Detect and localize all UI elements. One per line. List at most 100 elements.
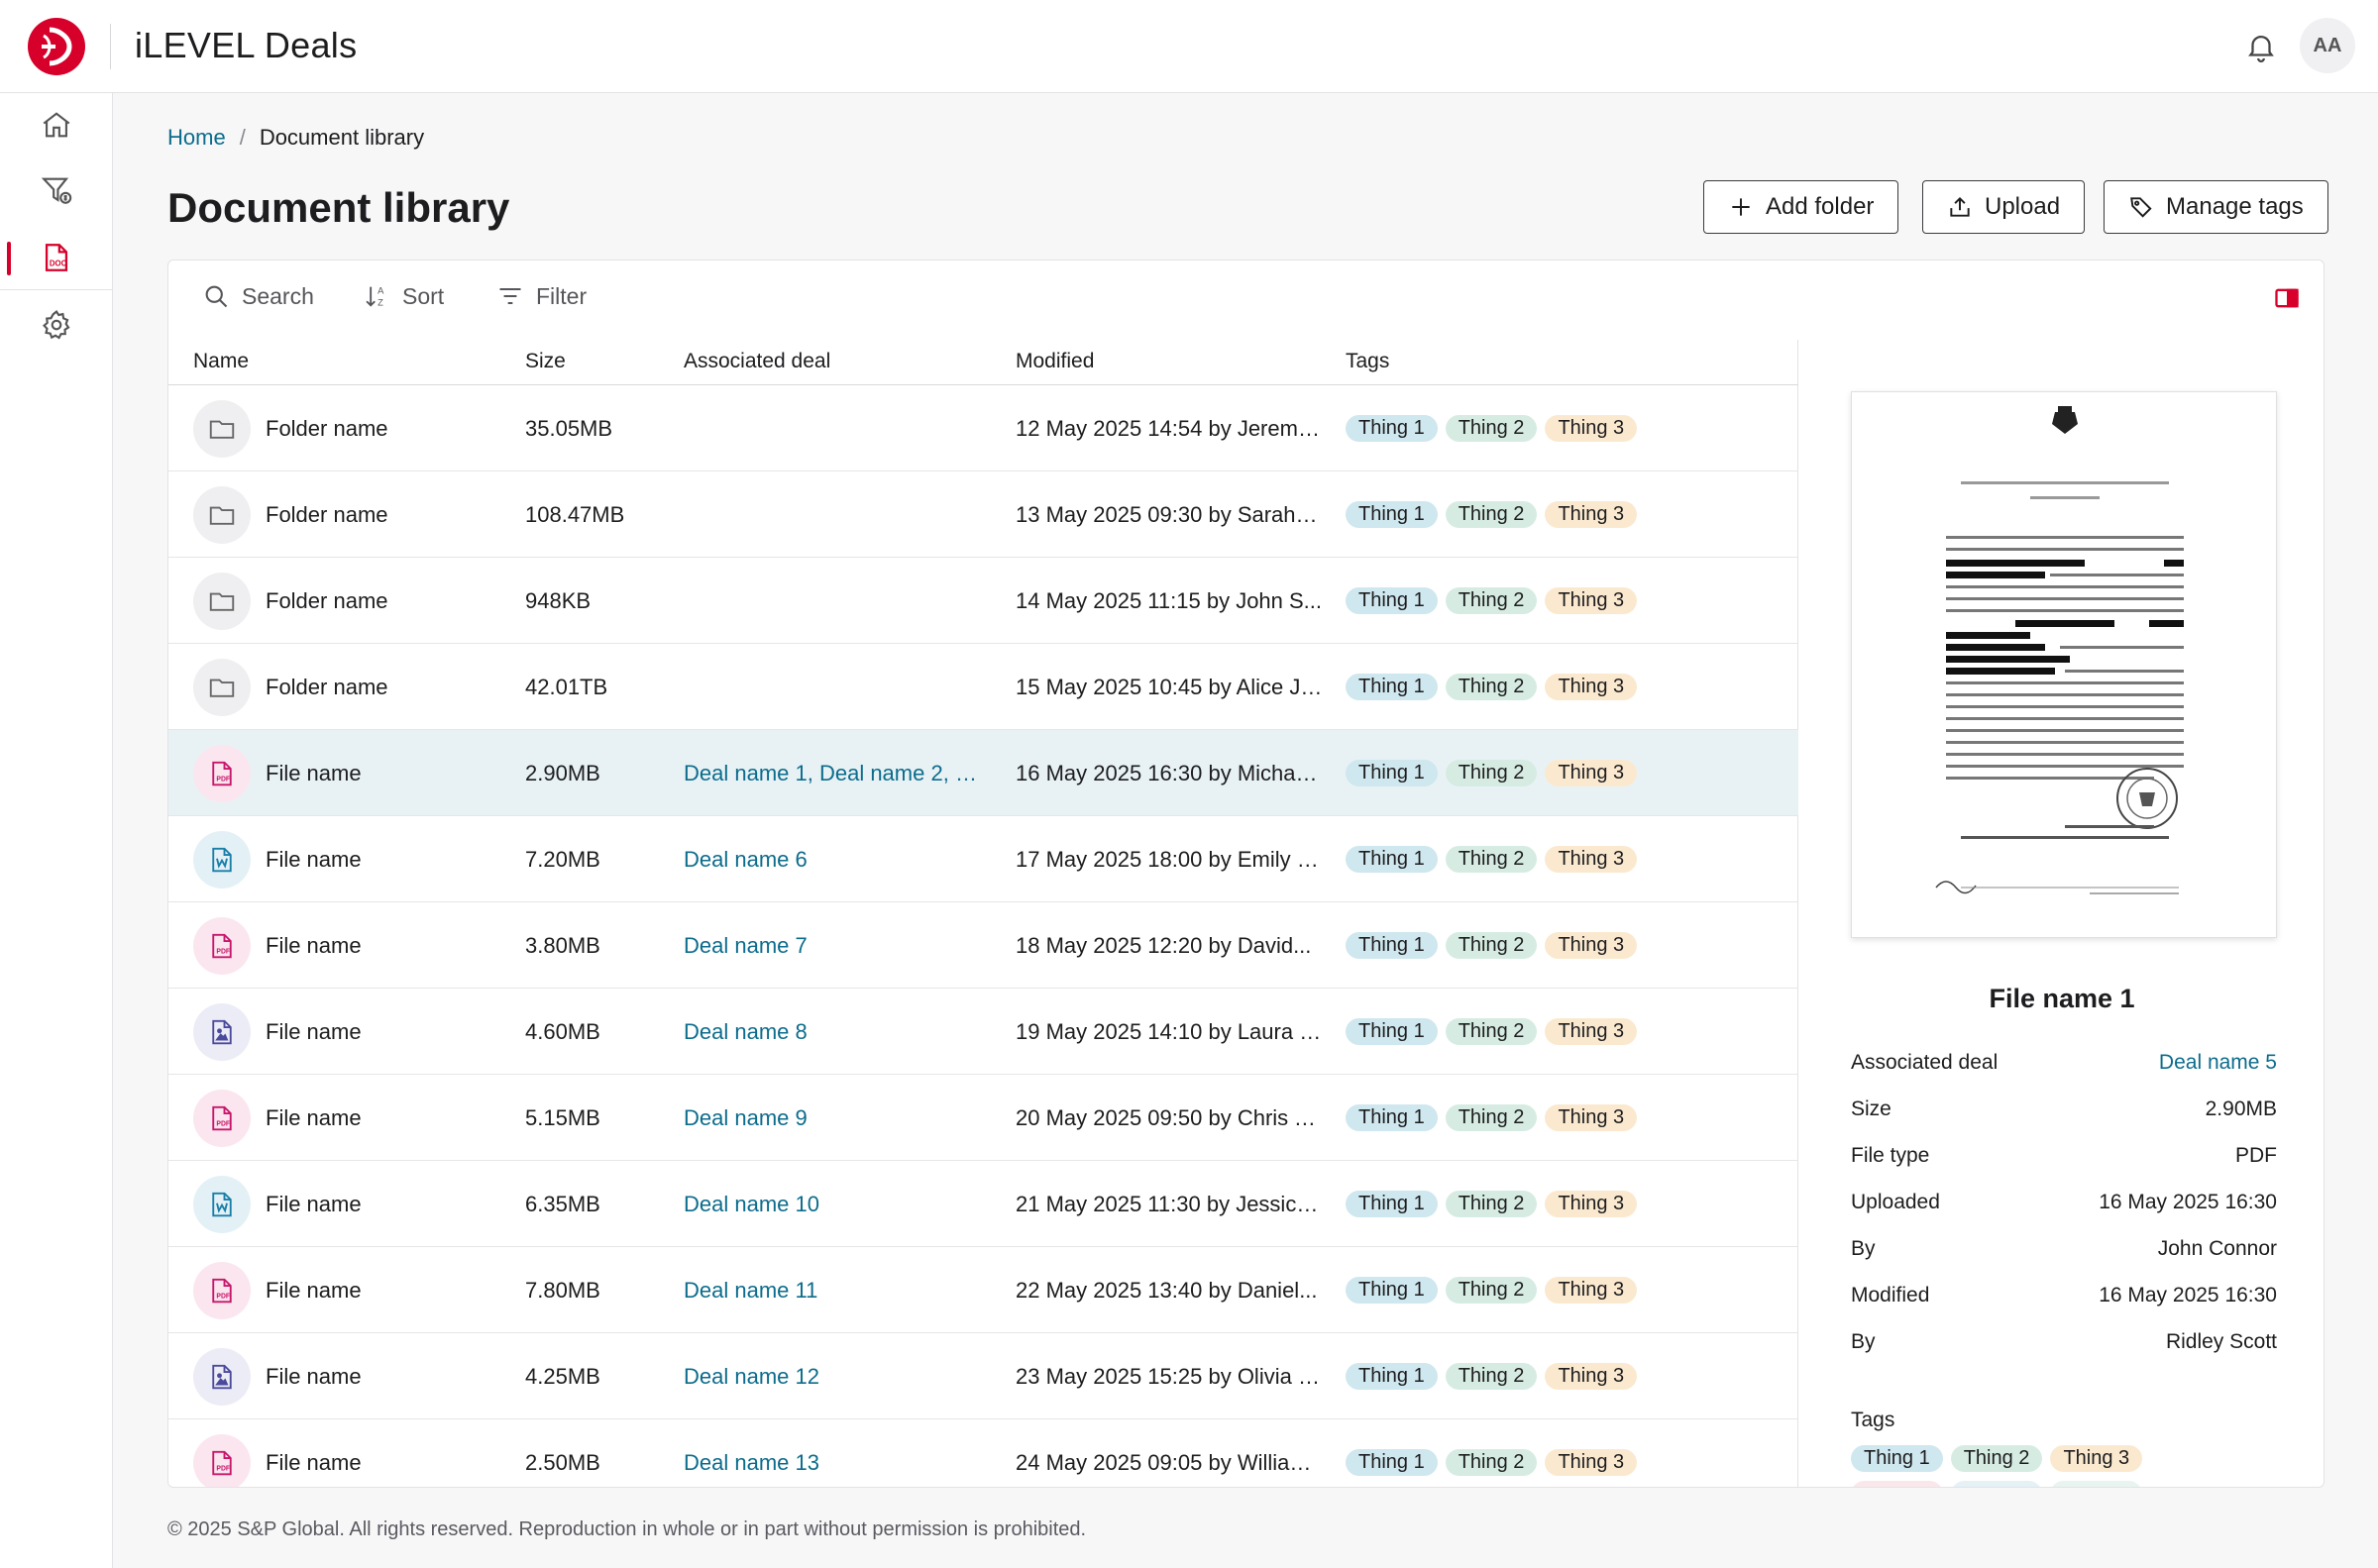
table-row[interactable]: Folder name 948KB 14 May 2025 11:15 by Joh… bbox=[168, 558, 1798, 644]
row-name[interactable]: File name bbox=[266, 1019, 464, 1045]
tag-chip[interactable]: Thing 1 bbox=[1346, 501, 1438, 528]
tag-chip[interactable]: Thing 1 bbox=[1346, 415, 1438, 442]
tag-chip[interactable]: Thing 2 bbox=[1445, 674, 1538, 700]
logo-icon[interactable] bbox=[26, 16, 87, 77]
row-associated-deal-link[interactable]: Deal name 13 bbox=[684, 1450, 991, 1476]
tag-chip[interactable]: Thing 3 bbox=[1545, 1449, 1638, 1476]
tag-chip[interactable]: Thing 3 bbox=[1545, 1191, 1638, 1217]
tag-chip[interactable]: Thing 2 bbox=[1445, 587, 1538, 614]
row-name[interactable]: File name bbox=[266, 1278, 464, 1304]
tag-chip[interactable]: Thing 2 bbox=[1445, 846, 1538, 873]
tag-chip[interactable]: Thing 2 bbox=[1445, 932, 1538, 959]
nav-document-library[interactable]: DOC bbox=[0, 226, 113, 289]
row-name[interactable]: File name bbox=[266, 1450, 464, 1476]
row-associated-deal-link[interactable]: Deal name 9 bbox=[684, 1105, 991, 1131]
tag-chip[interactable]: Thing 1 bbox=[1346, 1018, 1438, 1045]
tag-chip[interactable]: Thing 2 bbox=[1950, 1445, 2043, 1472]
tag-chip[interactable]: Thing 3 bbox=[1545, 1018, 1638, 1045]
tag-chip[interactable]: Thing 1 bbox=[1346, 674, 1438, 700]
breadcrumb-home-link[interactable]: Home bbox=[167, 125, 226, 151]
nav-home[interactable] bbox=[0, 93, 113, 157]
table-row[interactable]: File name 4.25MB Deal name 12 23 May 2025 1… bbox=[168, 1333, 1798, 1419]
tag-chip[interactable]: Thing 1 bbox=[1346, 1104, 1438, 1131]
avatar[interactable]: AA bbox=[2300, 18, 2355, 73]
table-row[interactable]: Folder name 108.47MB 13 May 2025 09:30 by … bbox=[168, 471, 1798, 558]
row-name[interactable]: File name bbox=[266, 1364, 464, 1390]
tag-chip[interactable]: Thing 3 bbox=[1545, 932, 1638, 959]
row-name[interactable]: File name bbox=[266, 761, 464, 786]
row-associated-deal-link[interactable]: Deal name 8 bbox=[684, 1019, 991, 1045]
column-header-name[interactable]: Name bbox=[193, 350, 249, 373]
tag-chip[interactable]: Thing 1 bbox=[1346, 932, 1438, 959]
tag-chip[interactable]: Thing 3 bbox=[1545, 1363, 1638, 1390]
table-row[interactable]: PDF File name 3.80MB Deal name 7 18 May 2025… bbox=[168, 902, 1798, 989]
table-row[interactable]: Folder name 42.01TB 15 May 2025 10:45 by A… bbox=[168, 644, 1798, 730]
tag-chip[interactable]: Thing 1 bbox=[1851, 1445, 1943, 1472]
sort-button[interactable]: AZ Sort bbox=[363, 282, 444, 310]
tag-chip[interactable]: Thing 3 bbox=[1545, 674, 1638, 700]
tag-chip[interactable]: Thing 3 bbox=[1545, 1104, 1638, 1131]
nav-deal-filter[interactable] bbox=[0, 158, 113, 222]
preview-panel-toggle-icon[interactable] bbox=[2273, 284, 2301, 312]
table-row[interactable]: File name 7.20MB Deal name 6 17 May 2025 18… bbox=[168, 816, 1798, 902]
tag-chip[interactable]: Thing 2 bbox=[1445, 415, 1538, 442]
row-name[interactable]: File name bbox=[266, 847, 464, 873]
tag-chip[interactable]: Thing 3 bbox=[1545, 415, 1638, 442]
tag-chip[interactable]: Thing 1 bbox=[1346, 1449, 1438, 1476]
bell-icon[interactable] bbox=[2244, 30, 2278, 63]
table-row[interactable]: PDF File name 7.80MB Deal name 11 22 May 202… bbox=[168, 1247, 1798, 1333]
nav-settings[interactable] bbox=[0, 293, 113, 357]
row-name[interactable]: Folder name bbox=[266, 588, 464, 614]
tag-chip[interactable]: Thing 2 bbox=[1445, 1018, 1538, 1045]
preview-deal-link[interactable]: Deal name 5 bbox=[2159, 1051, 2277, 1075]
document-thumbnail[interactable] bbox=[1851, 391, 2277, 938]
row-associated-deal-link[interactable]: Deal name 12 bbox=[684, 1364, 991, 1390]
tag-chip[interactable]: Thing 1 bbox=[1346, 1363, 1438, 1390]
tag-chip[interactable]: Thing 1 bbox=[1346, 760, 1438, 786]
add-folder-button[interactable]: Add folder bbox=[1703, 180, 1899, 234]
tag-chip[interactable]: Thing 2 bbox=[1445, 1277, 1538, 1304]
row-name[interactable]: File name bbox=[266, 1105, 464, 1131]
column-header-modified[interactable]: Modified bbox=[1016, 350, 1094, 373]
row-associated-deal-link[interactable]: Deal name 7 bbox=[684, 933, 991, 959]
tag-chip[interactable]: Thing 3 bbox=[1545, 587, 1638, 614]
tag-chip[interactable]: Thing 3 bbox=[1545, 501, 1638, 528]
table-row[interactable]: PDF File name 2.90MB Deal name 1, Deal name… bbox=[168, 730, 1798, 816]
tag-chip[interactable]: Thing 1 bbox=[1346, 846, 1438, 873]
tag-chip[interactable]: Thing 3 bbox=[2050, 1445, 2143, 1472]
tag-chip[interactable]: Thing 3 bbox=[1545, 846, 1638, 873]
row-name[interactable]: Folder name bbox=[266, 675, 464, 700]
manage-tags-button[interactable]: Manage tags bbox=[2104, 180, 2328, 234]
row-associated-deal-link[interactable]: Deal name 10 bbox=[684, 1192, 991, 1217]
tag-chip[interactable]: Thing 1 bbox=[1346, 587, 1438, 614]
filter-button[interactable]: Filter bbox=[496, 282, 587, 310]
row-name[interactable]: File name bbox=[266, 933, 464, 959]
row-associated-deal-link[interactable]: Deal name 1, Deal name 2, De... bbox=[684, 761, 991, 786]
table-row[interactable]: Folder name 35.05MB 12 May 2025 14:54 by J… bbox=[168, 385, 1798, 471]
table-row[interactable]: PDF File name 2.50MB Deal name 13 24 May 202… bbox=[168, 1419, 1798, 1487]
row-associated-deal-link[interactable]: Deal name 6 bbox=[684, 847, 991, 873]
tag-chip[interactable]: Thing 2 bbox=[1445, 1104, 1538, 1131]
tag-chip[interactable]: Thing 1 bbox=[1346, 1277, 1438, 1304]
table-row[interactable]: PDF File name 5.15MB Deal name 9 20 May 2025… bbox=[168, 1075, 1798, 1161]
tag-chip[interactable]: Thing 2 bbox=[1445, 501, 1538, 528]
column-header-deal[interactable]: Associated deal bbox=[684, 350, 830, 373]
table-row[interactable]: File name 6.35MB Deal name 10 21 May 2025 1… bbox=[168, 1161, 1798, 1247]
tag-chip[interactable]: Thing 3 bbox=[1545, 760, 1638, 786]
column-header-tags[interactable]: Tags bbox=[1346, 350, 1389, 373]
search-button[interactable]: Search bbox=[202, 282, 314, 310]
row-associated-deal-link[interactable]: Deal name 11 bbox=[684, 1278, 991, 1304]
tag-chip[interactable]: Thing 1 bbox=[1346, 1191, 1438, 1217]
row-name[interactable]: Folder name bbox=[266, 416, 464, 442]
column-header-size[interactable]: Size bbox=[525, 350, 566, 373]
tag-chip[interactable]: Thing 3 bbox=[1545, 1277, 1638, 1304]
upload-button[interactable]: Upload bbox=[1922, 180, 2086, 234]
table-row[interactable]: File name 4.60MB Deal name 8 19 May 2025 14… bbox=[168, 989, 1798, 1075]
row-name[interactable]: File name bbox=[266, 1192, 464, 1217]
row-modified: 22 May 2025 13:40 by Daniel... bbox=[1016, 1278, 1318, 1303]
tag-chip[interactable]: Thing 2 bbox=[1445, 760, 1538, 786]
row-name[interactable]: Folder name bbox=[266, 502, 464, 528]
tag-chip[interactable]: Thing 2 bbox=[1445, 1449, 1538, 1476]
tag-chip[interactable]: Thing 2 bbox=[1445, 1191, 1538, 1217]
tag-chip[interactable]: Thing 2 bbox=[1445, 1363, 1538, 1390]
